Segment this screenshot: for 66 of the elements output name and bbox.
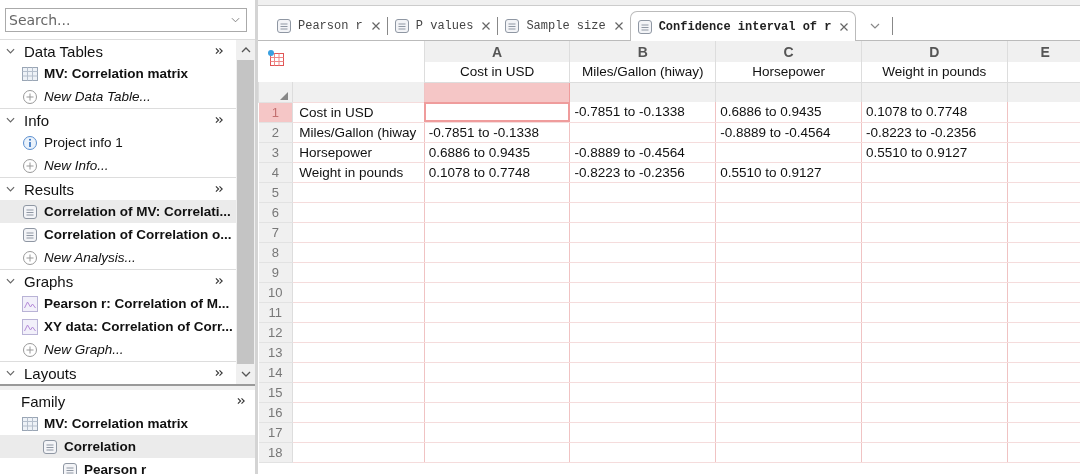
navigator-item[interactable]: New Info... bbox=[0, 154, 236, 177]
tab[interactable]: P values bbox=[387, 11, 498, 40]
table-cell: -0.8223 to -0.2356 bbox=[570, 162, 716, 182]
section-title[interactable]: Graphs bbox=[24, 272, 215, 290]
navigator-item[interactable]: Project info 1 bbox=[0, 131, 236, 154]
table-cell: 0.1078 to 0.7748 bbox=[861, 102, 1008, 122]
navigator-item[interactable]: XY data: Correlation of Corr... bbox=[0, 315, 236, 338]
column-letter[interactable]: E bbox=[1007, 41, 1080, 62]
navigator-item[interactable]: New Analysis... bbox=[0, 246, 236, 269]
family-item[interactable]: Correlation bbox=[0, 435, 255, 458]
section-title[interactable]: Data Tables bbox=[24, 42, 215, 60]
section-title[interactable]: Results bbox=[24, 180, 215, 198]
table-cell: 0.5510 to 0.9127 bbox=[715, 162, 862, 182]
section-title[interactable]: Info bbox=[24, 111, 215, 129]
navigator-item[interactable]: MV: Correlation matrix bbox=[0, 62, 236, 85]
row-number[interactable]: 14 bbox=[258, 362, 293, 382]
column-letter[interactable]: A bbox=[424, 41, 570, 62]
column-letter[interactable]: C bbox=[715, 41, 862, 62]
section-title[interactable]: Layouts bbox=[24, 364, 215, 382]
row-number[interactable]: 7 bbox=[258, 222, 293, 242]
row-number[interactable]: 2 bbox=[258, 122, 293, 142]
table-cell: 0.5510 to 0.9127 bbox=[861, 142, 1008, 162]
family-item[interactable]: Pearson r bbox=[0, 458, 255, 474]
navigator-item[interactable]: Correlation of MV: Correlati... bbox=[0, 200, 236, 223]
row-number[interactable]: 5 bbox=[258, 182, 293, 202]
table-cell: 0.1078 to 0.7748 bbox=[424, 162, 570, 182]
row-number[interactable]: 15 bbox=[258, 382, 293, 402]
navigator-item[interactable]: Pearson r: Correlation of M... bbox=[0, 292, 236, 315]
panel-title: Family bbox=[21, 392, 67, 410]
column-header[interactable]: Weight in pounds bbox=[861, 62, 1008, 82]
search-field[interactable]: Search... bbox=[5, 7, 247, 32]
row-number[interactable]: 9 bbox=[258, 262, 293, 282]
row-title: Miles/Gallon (hiway bbox=[292, 122, 425, 142]
table-cell: -0.7851 to -0.1338 bbox=[570, 102, 716, 122]
tab[interactable]: Sample size bbox=[498, 11, 630, 40]
row-number[interactable]: 6 bbox=[258, 202, 293, 222]
tab[interactable]: Confidence interval of r bbox=[629, 11, 857, 41]
navigator-item[interactable]: New Data Table... bbox=[0, 85, 236, 108]
table-cell: -0.8223 to -0.2356 bbox=[861, 122, 1008, 142]
table-cell: -0.7851 to -0.1338 bbox=[424, 122, 570, 142]
column-header[interactable]: Miles/Gallon (hiway) bbox=[570, 62, 716, 82]
row-title: Cost in USD bbox=[292, 102, 425, 122]
row-number[interactable]: 10 bbox=[258, 282, 293, 302]
row-title: Weight in pounds bbox=[292, 162, 425, 182]
row-number[interactable]: 13 bbox=[258, 342, 293, 362]
column-header[interactable]: Cost in USD bbox=[424, 62, 570, 82]
column-letter[interactable]: D bbox=[861, 41, 1008, 62]
family-item[interactable]: MV: Correlation matrix bbox=[0, 412, 255, 435]
row-number[interactable]: 11 bbox=[258, 302, 293, 322]
row-title: Horsepower bbox=[292, 142, 425, 162]
navigator-item[interactable]: Correlation of Correlation o... bbox=[0, 223, 236, 246]
row-number[interactable]: 18 bbox=[258, 442, 293, 462]
table-cell: -0.8889 to -0.4564 bbox=[570, 142, 716, 162]
column-header[interactable]: Horsepower bbox=[715, 62, 862, 82]
table-cell: -0.8889 to -0.4564 bbox=[715, 122, 862, 142]
row-number[interactable]: 4 bbox=[258, 162, 293, 182]
table-cell: 0.6886 to 0.9435 bbox=[715, 102, 862, 122]
table-cell: 0.6886 to 0.9435 bbox=[424, 142, 570, 162]
row-number[interactable]: 16 bbox=[258, 402, 293, 422]
row-number[interactable]: 17 bbox=[258, 422, 293, 442]
navigator-item[interactable]: New Graph... bbox=[0, 338, 236, 361]
column-letter[interactable]: B bbox=[570, 41, 716, 62]
row-number[interactable]: 8 bbox=[258, 242, 293, 262]
tab[interactable]: Pearson r bbox=[270, 11, 387, 40]
row-number[interactable]: 3 bbox=[258, 142, 293, 162]
row-number[interactable]: 12 bbox=[258, 322, 293, 342]
